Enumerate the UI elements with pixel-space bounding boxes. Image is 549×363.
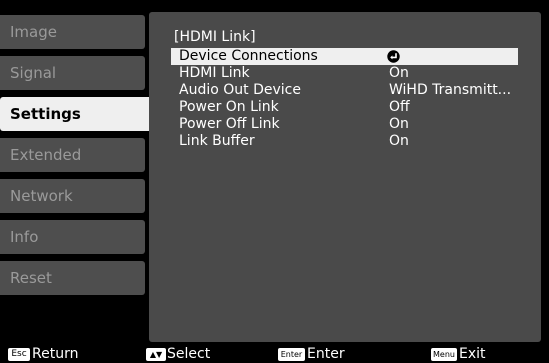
row-label: Power On Link bbox=[179, 99, 279, 115]
sidebar-item-reset[interactable]: Reset bbox=[0, 261, 145, 295]
sidebar-item-signal[interactable]: Signal bbox=[0, 56, 145, 90]
enter-icon bbox=[387, 50, 400, 63]
esc-key-icon: Esc bbox=[8, 348, 30, 361]
row-label: Link Buffer bbox=[179, 133, 255, 149]
sidebar-item-network[interactable]: Network bbox=[0, 179, 145, 213]
key-guide-footer: Esc Return ▲▼ Select Enter Enter Menu Ex… bbox=[0, 346, 549, 363]
sidebar-item-settings[interactable]: Settings bbox=[0, 97, 157, 131]
row-device-connections[interactable]: Device Connections bbox=[171, 48, 518, 65]
sidebar-item-image[interactable]: Image bbox=[0, 15, 145, 49]
footer-label: Select bbox=[167, 346, 211, 362]
updown-key-icon: ▲▼ bbox=[146, 348, 166, 361]
menu-key-icon: Menu bbox=[431, 348, 457, 361]
row-value: On bbox=[389, 133, 409, 149]
row-power-on-link[interactable]: Power On Link Off bbox=[171, 99, 518, 116]
row-value: WiHD Transmitt... bbox=[389, 82, 512, 98]
footer-label: Exit bbox=[459, 346, 486, 362]
enter-key-icon: Enter bbox=[278, 348, 305, 361]
settings-panel: [HDMI Link] Device Connections HDMI Link… bbox=[149, 12, 541, 342]
row-label: HDMI Link bbox=[179, 65, 250, 81]
row-hdmi-link[interactable]: HDMI Link On bbox=[171, 65, 518, 82]
sidebar-item-extended[interactable]: Extended bbox=[0, 138, 145, 172]
panel-title: [HDMI Link] bbox=[174, 29, 256, 45]
row-value: Off bbox=[389, 99, 410, 115]
row-label: Power Off Link bbox=[179, 116, 280, 132]
row-label: Audio Out Device bbox=[179, 82, 301, 98]
row-power-off-link[interactable]: Power Off Link On bbox=[171, 116, 518, 133]
row-value: On bbox=[389, 116, 409, 132]
footer-label: Return bbox=[32, 346, 79, 362]
row-label: Device Connections bbox=[179, 48, 318, 64]
row-value: On bbox=[389, 65, 409, 81]
row-link-buffer[interactable]: Link Buffer On bbox=[171, 133, 518, 150]
footer-label: Enter bbox=[307, 346, 345, 362]
sidebar-item-info[interactable]: Info bbox=[0, 220, 145, 254]
row-audio-out-device[interactable]: Audio Out Device WiHD Transmitt... bbox=[171, 82, 518, 99]
